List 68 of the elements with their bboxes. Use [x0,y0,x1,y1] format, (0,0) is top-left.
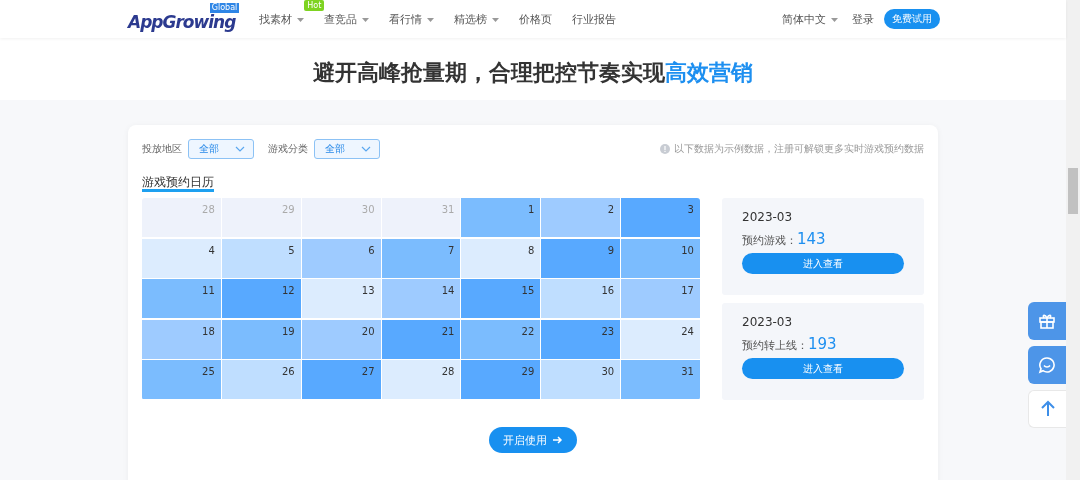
calendar-day[interactable]: 20 [301,319,381,359]
start-button[interactable]: 开启使用 [489,427,577,453]
filter-label: 投放地区 [142,142,182,156]
arrow-right-icon [553,436,563,444]
calendar-day[interactable]: 16 [541,279,621,319]
calendar-day[interactable]: 7 [381,238,461,278]
stat-label: 预约转上线： [742,338,808,353]
view-button[interactable]: 进入查看 [742,358,904,379]
calendar-day[interactable]: 10 [621,238,700,278]
calendar-day[interactable]: 22 [461,319,541,359]
nav-link[interactable]: 行业报告 [572,11,617,27]
dropdown-select[interactable]: 全部 [188,139,254,159]
calendar-day[interactable]: 29 [461,360,541,400]
hot-badge: Hot [304,0,325,11]
filter-label: 游戏分类 [268,142,308,156]
stat-count: 193 [808,335,837,353]
headline: 避开高峰抢量期，合理把控节奏实现高效营销 [312,59,754,87]
calendar-day[interactable]: 13 [301,279,381,319]
calendar-day[interactable]: 27 [301,360,381,400]
scrollbar[interactable] [1066,0,1080,480]
free-trial-button[interactable]: 免费试用 [884,9,940,29]
section-title: 游戏预约日历 [142,175,214,192]
nav-link[interactable]: 看行情 [389,11,423,27]
calendar-day[interactable]: 6 [301,238,381,278]
calendar-day[interactable]: 30 [541,360,621,400]
calendar-day[interactable]: 8 [461,238,541,278]
calendar-day[interactable]: 19 [221,319,301,359]
login-link[interactable]: 登录 [852,11,874,27]
nav-link[interactable]: 找素材 [259,11,293,27]
gift-icon[interactable] [1028,302,1066,340]
calendar-day[interactable]: 15 [461,279,541,319]
calendar-day[interactable]: 14 [381,279,461,319]
month-label: 2023-03 [742,315,794,329]
stat-count: 143 [797,230,826,248]
calendar-day[interactable]: 1 [461,198,541,237]
caret-icon [831,18,838,22]
logo[interactable]: AppGrowing [128,12,236,32]
calendar-day[interactable]: 21 [381,319,461,359]
calendar-day[interactable]: 18 [142,319,221,359]
month-label: 2023-03 [742,210,794,224]
calendar-day[interactable]: 3 [621,198,700,237]
calendar-day[interactable]: 5 [221,238,301,278]
language-selector[interactable]: 简体中文 [782,11,826,27]
back-to-top-icon[interactable] [1028,390,1066,428]
dropdown-select[interactable]: 全部 [314,139,380,159]
nav-link[interactable]: 精选榜 [454,11,488,27]
calendar-day[interactable]: 25 [142,360,221,400]
notice-text: 以下数据为示例数据，注册可解锁更多实时游戏预约数据 [674,142,924,156]
logo-badge: Global [209,3,240,13]
calendar-day[interactable]: 26 [221,360,301,400]
calendar-day[interactable]: 11 [142,279,221,319]
chevron-down-icon [235,146,245,152]
nav-link[interactable]: 价格页 [519,11,553,27]
calendar-day[interactable]: 24 [621,319,700,359]
calendar-day[interactable]: 12 [221,279,301,319]
calendar-day[interactable]: 23 [541,319,621,359]
calendar-day[interactable]: 4 [142,238,221,278]
calendar-day[interactable]: 17 [621,279,700,319]
nav-link[interactable]: 查竞品 [324,11,358,27]
calendar-day[interactable]: 31 [621,360,700,400]
calendar-day[interactable]: 2 [541,198,621,237]
stat-label: 预约游戏： [742,233,797,248]
calendar-day[interactable]: 28 [381,360,461,400]
info-icon [660,144,670,154]
chevron-down-icon [361,146,371,152]
view-button[interactable]: 进入查看 [742,253,904,274]
calendar-day[interactable]: 9 [541,238,621,278]
chat-icon[interactable] [1028,346,1066,384]
